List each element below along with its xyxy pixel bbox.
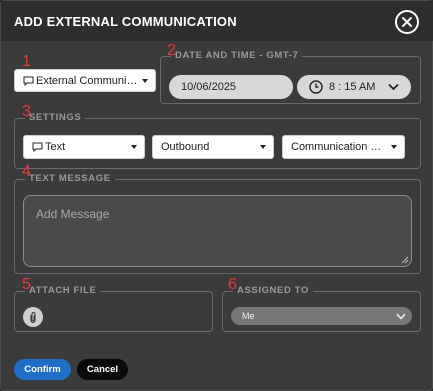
message-icon	[23, 76, 34, 86]
direction-select[interactable]: Outbound	[152, 135, 274, 159]
communication-select[interactable]: External Communicat...	[14, 69, 156, 92]
message-placeholder: Add Message	[36, 207, 110, 221]
clock-icon	[309, 80, 323, 94]
message-textarea[interactable]: Add Message	[23, 195, 412, 267]
caret-down-icon	[131, 145, 137, 149]
communication-select-value: External Communicat...	[36, 74, 138, 87]
date-input[interactable]: 10/06/2025	[169, 75, 293, 99]
text-message-legend: TEXT MESSAGE	[29, 173, 111, 184]
time-select[interactable]: 8 : 15 AM	[297, 75, 411, 99]
assigned-to-value: Me	[242, 311, 255, 321]
assigned-to-legend: ASSIGNED TO	[237, 285, 309, 296]
paperclip-icon	[30, 311, 36, 323]
cancel-button[interactable]: Cancel	[77, 359, 128, 380]
confirm-button[interactable]: Confirm	[14, 359, 71, 380]
caret-down-icon	[260, 145, 266, 149]
assigned-to-select[interactable]: Me	[231, 307, 412, 325]
attach-file-group: ATTACH FILE	[14, 285, 213, 332]
communication-type-placeholder: Communication Type	[291, 141, 387, 153]
caret-down-icon	[391, 145, 397, 149]
close-button[interactable]	[395, 10, 419, 34]
attach-file-legend: ATTACH FILE	[29, 285, 97, 296]
resize-handle-icon[interactable]	[401, 256, 409, 264]
mode-select[interactable]: Text	[23, 135, 145, 159]
add-communication-dialog: ADD EXTERNAL COMMUNICATION 1 External Co…	[0, 0, 433, 391]
annotation-1: 1	[22, 53, 31, 70]
dialog-title: ADD EXTERNAL COMMUNICATION	[14, 14, 237, 29]
attach-file-button[interactable]	[23, 307, 43, 327]
date-value: 10/06/2025	[181, 81, 237, 93]
datetime-legend: DATE AND TIME - GMT-7	[175, 50, 299, 61]
mode-select-value: Text	[45, 141, 66, 153]
message-icon	[32, 142, 43, 152]
close-icon	[402, 17, 412, 27]
caret-down-icon	[142, 78, 148, 83]
chevron-down-icon	[388, 83, 399, 91]
communication-type-select[interactable]: Communication Type	[282, 135, 405, 159]
chevron-down-icon	[396, 313, 406, 320]
time-value: 8 : 15 AM	[329, 81, 376, 93]
settings-legend: SETTINGS	[29, 112, 82, 123]
direction-select-value: Outbound	[161, 141, 210, 153]
dialog-header: ADD EXTERNAL COMMUNICATION	[1, 1, 433, 41]
